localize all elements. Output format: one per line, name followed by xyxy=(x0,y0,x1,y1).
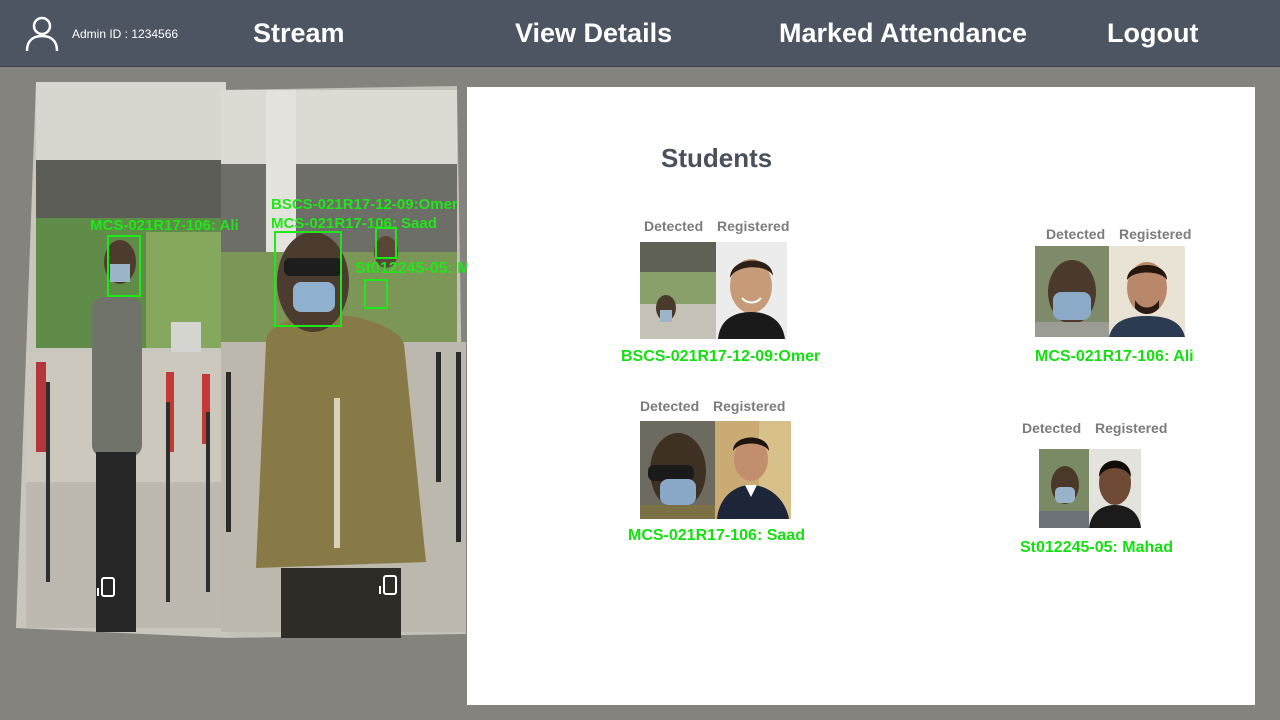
face-pair xyxy=(640,421,791,519)
camera-feed: MCS-021R17-106: Ali BSCS-021R17-12-09:Om… xyxy=(16,82,468,638)
face-pair xyxy=(640,242,787,339)
nav-marked-attendance[interactable]: Marked Attendance xyxy=(779,18,1027,49)
camera-feed-left xyxy=(16,82,228,638)
detected-label: Detected xyxy=(1046,226,1106,242)
student-id: St012245-05: Mahad xyxy=(1020,539,1173,556)
registered-label: Registered xyxy=(1119,226,1192,242)
registered-label: Registered xyxy=(713,398,786,414)
admin-id-label: Admin ID : 1234566 xyxy=(72,27,179,41)
detected-face-image xyxy=(640,421,715,519)
detected-label: Detected xyxy=(644,218,704,234)
student-id: BSCS-021R17-12-09:Omer xyxy=(621,348,821,365)
registered-label: Registered xyxy=(1095,420,1168,436)
detection-label-ali: MCS-021R17-106: Ali xyxy=(90,217,239,234)
face-pair xyxy=(1035,246,1185,337)
user-icon[interactable] xyxy=(24,15,60,53)
registered-face-image xyxy=(715,421,791,519)
detection-label-mahad: St012245-05: Mahad xyxy=(355,260,468,277)
registered-face-image xyxy=(1089,449,1141,528)
detected-face-image xyxy=(1035,246,1109,337)
nav-stream[interactable]: Stream xyxy=(253,18,345,49)
detected-face-image xyxy=(640,242,716,339)
registered-face-image xyxy=(1109,246,1185,337)
nav-logout[interactable]: Logout xyxy=(1107,18,1198,49)
student-id: MCS-021R17-106: Saad xyxy=(628,527,805,544)
detection-label-omer: BSCS-021R17-12-09:Omer xyxy=(271,196,458,213)
face-pair xyxy=(1039,449,1141,528)
panel-title: Students xyxy=(661,143,773,173)
student-id: MCS-021R17-106: Ali xyxy=(1035,348,1194,365)
detected-label: Detected xyxy=(640,398,700,414)
nav-view-details[interactable]: View Details xyxy=(515,18,672,49)
detected-face-image xyxy=(1039,449,1089,528)
detected-label: Detected xyxy=(1022,420,1082,436)
registered-label: Registered xyxy=(717,218,790,234)
camera-feed-right xyxy=(221,86,466,638)
detection-label-saad: MCS-021R17-106: Saad xyxy=(271,215,437,232)
students-panel: Students Detected Registered BSCS-021R17… xyxy=(467,87,1255,705)
top-navbar: Admin ID : 1234566 Stream View Details M… xyxy=(0,0,1280,67)
registered-face-image xyxy=(716,242,787,339)
